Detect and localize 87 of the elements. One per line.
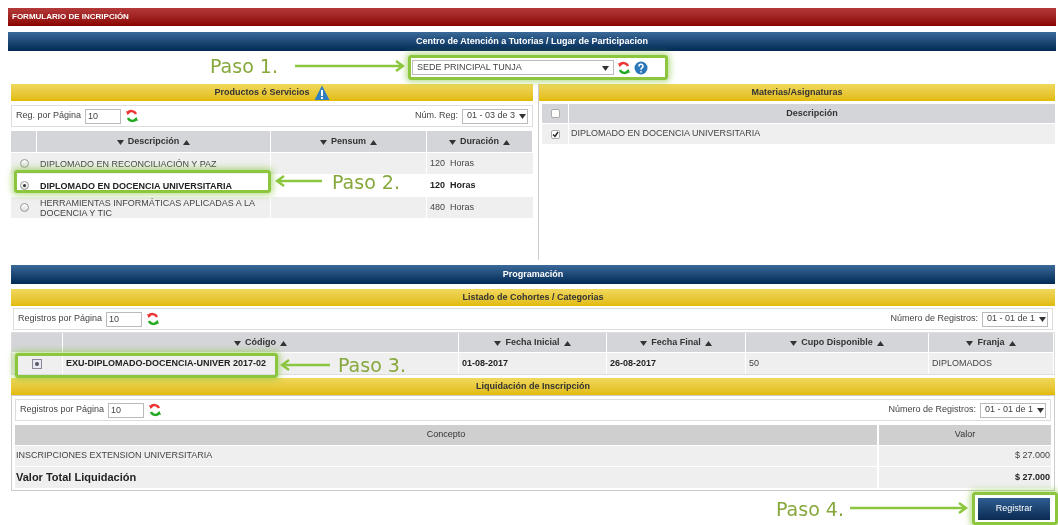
table-cell: DIPLOMADO EN RECONCILIACIÓN Y PAZ [40, 158, 217, 169]
radio-button[interactable] [19, 181, 29, 190]
arrow [280, 359, 330, 371]
dropdown-arrow-icon [1039, 316, 1047, 322]
table-cell-text: 120 Horas [430, 178, 476, 192]
sort-ascending-icon [280, 339, 287, 346]
step-label: Paso 1. [210, 55, 278, 77]
dropdown-arrow-icon [602, 64, 609, 71]
per-page-label: Reg. por Página [16, 109, 82, 123]
form-title: FORMULARIO DE INCRIPCIÓN [12, 11, 129, 23]
dropdown[interactable]: 01 - 01 de 1 [982, 311, 1048, 327]
panel-title: Listado de Cohortes / Categorias [462, 290, 604, 304]
table-cell-text: 50 [749, 356, 759, 370]
sort-descending-icon [790, 339, 798, 346]
radio-button[interactable] [19, 203, 29, 212]
table-cell-text: 01-08-2017 [462, 356, 509, 370]
radio-button[interactable] [32, 358, 42, 369]
column-header[interactable]: Cupo Disponible [746, 333, 929, 352]
column-header[interactable]: Franja [929, 333, 1054, 352]
record-count-label: Número de Registros: [888, 403, 976, 417]
total-value: $ 27.000 [1014, 470, 1050, 484]
sort-ascending-icon [370, 138, 377, 145]
column-header[interactable]: Pensum [271, 131, 427, 152]
per-page-label: Registros por Página [20, 403, 105, 417]
sort-ascending-icon [503, 138, 510, 145]
checkbox[interactable] [550, 109, 560, 118]
dropdown[interactable]: 01 - 01 de 1 [980, 402, 1046, 418]
sort-descending-icon [966, 339, 974, 346]
radio-button[interactable] [19, 159, 29, 168]
per-page-field[interactable]: 10 [108, 402, 145, 418]
table-cell: $ 27.000 [1014, 449, 1050, 463]
column-header: Valor [879, 425, 1051, 445]
table-cell-text: EXU-DIPLOMADO-DOCENCIA-UNIVER 2017-02 [66, 356, 267, 370]
column-header[interactable]: Código [63, 333, 459, 352]
per-page-field[interactable]: 10 [106, 311, 143, 327]
sort-descending-icon [116, 138, 124, 145]
table-cell-text: 26-08-2017 [610, 356, 657, 370]
column-header: Descripción [569, 104, 1055, 123]
sort-descending-icon [320, 138, 327, 145]
warning-icon [313, 84, 330, 101]
refresh-icon[interactable] [125, 109, 140, 123]
arrow [275, 175, 322, 187]
sort-descending-icon [494, 339, 502, 346]
section-title: Centro de Atención a Tutorias / Lugar de Participacion [415, 34, 648, 48]
dropdown[interactable]: SEDE PRINCIPAL TUNJA [412, 60, 614, 75]
table-cell-text: 480 Horas [430, 200, 475, 214]
step-label: Paso 3. [338, 354, 406, 376]
refresh-icon[interactable] [146, 312, 161, 326]
help-icon [634, 60, 648, 75]
table-cell-text: DIPLOMADOS [932, 356, 992, 370]
dropdown-arrow-icon [519, 113, 527, 119]
dropdown-arrow-icon [1037, 407, 1045, 413]
table-cell-text: 120 Horas [430, 156, 475, 170]
sort-ascending-icon [704, 339, 712, 346]
column-header[interactable]: Duración [427, 131, 533, 152]
sort-descending-icon [640, 339, 648, 346]
per-page-label: Registros por Página [18, 312, 103, 326]
table-cell: DIPLOMADO EN DOCENCIA UNIVERSITARIA [571, 127, 761, 141]
dropdown[interactable]: 01 - 03 de 3 [462, 108, 528, 124]
table-cell-text: HERRAMIENTAS INFORMÁTICAS APLICADAS A LA DOCENCIA Y TIC [40, 197, 256, 218]
table-cell: INSCRIPCIONES EXTENSION UNIVERSITARIA [16, 449, 213, 463]
column-header[interactable]: Fecha Final [607, 333, 746, 352]
total-label: Valor Total Liquidación [16, 470, 137, 486]
step-label: Paso 2. [332, 171, 400, 193]
register-button[interactable]: Registrar [978, 498, 1050, 520]
sort-ascending-icon [1008, 339, 1016, 346]
column-header: Concepto [15, 425, 877, 445]
checkbox[interactable] [550, 129, 560, 139]
sort-ascending-icon [876, 339, 884, 346]
record-count-label: Núm. Reg: [415, 109, 458, 123]
sort-descending-icon [449, 138, 456, 145]
panel-title: Productos ó Servicios [214, 85, 310, 99]
column-header[interactable]: Fecha Inicial [459, 333, 607, 352]
table-cell: DIPLOMADO EN DOCENCIA UNIVERSITARIA [40, 180, 232, 191]
panel-title: Liquidación de Inscripción [476, 379, 590, 393]
panel-title: Materias/Asignaturas [751, 85, 843, 99]
refresh-icon[interactable] [148, 403, 163, 417]
sort-ascending-icon [563, 339, 571, 346]
record-count-label: Número de Registros: [890, 312, 978, 326]
column-header[interactable]: Descripción [37, 131, 271, 152]
sort-ascending-icon [183, 138, 191, 145]
column-header [11, 131, 37, 152]
sort-descending-icon [234, 339, 241, 346]
step-label: Paso 4. [776, 498, 844, 520]
refresh-icon[interactable] [617, 60, 631, 75]
per-page-field[interactable]: 10 [85, 108, 122, 124]
section-title: Programación [502, 267, 564, 281]
